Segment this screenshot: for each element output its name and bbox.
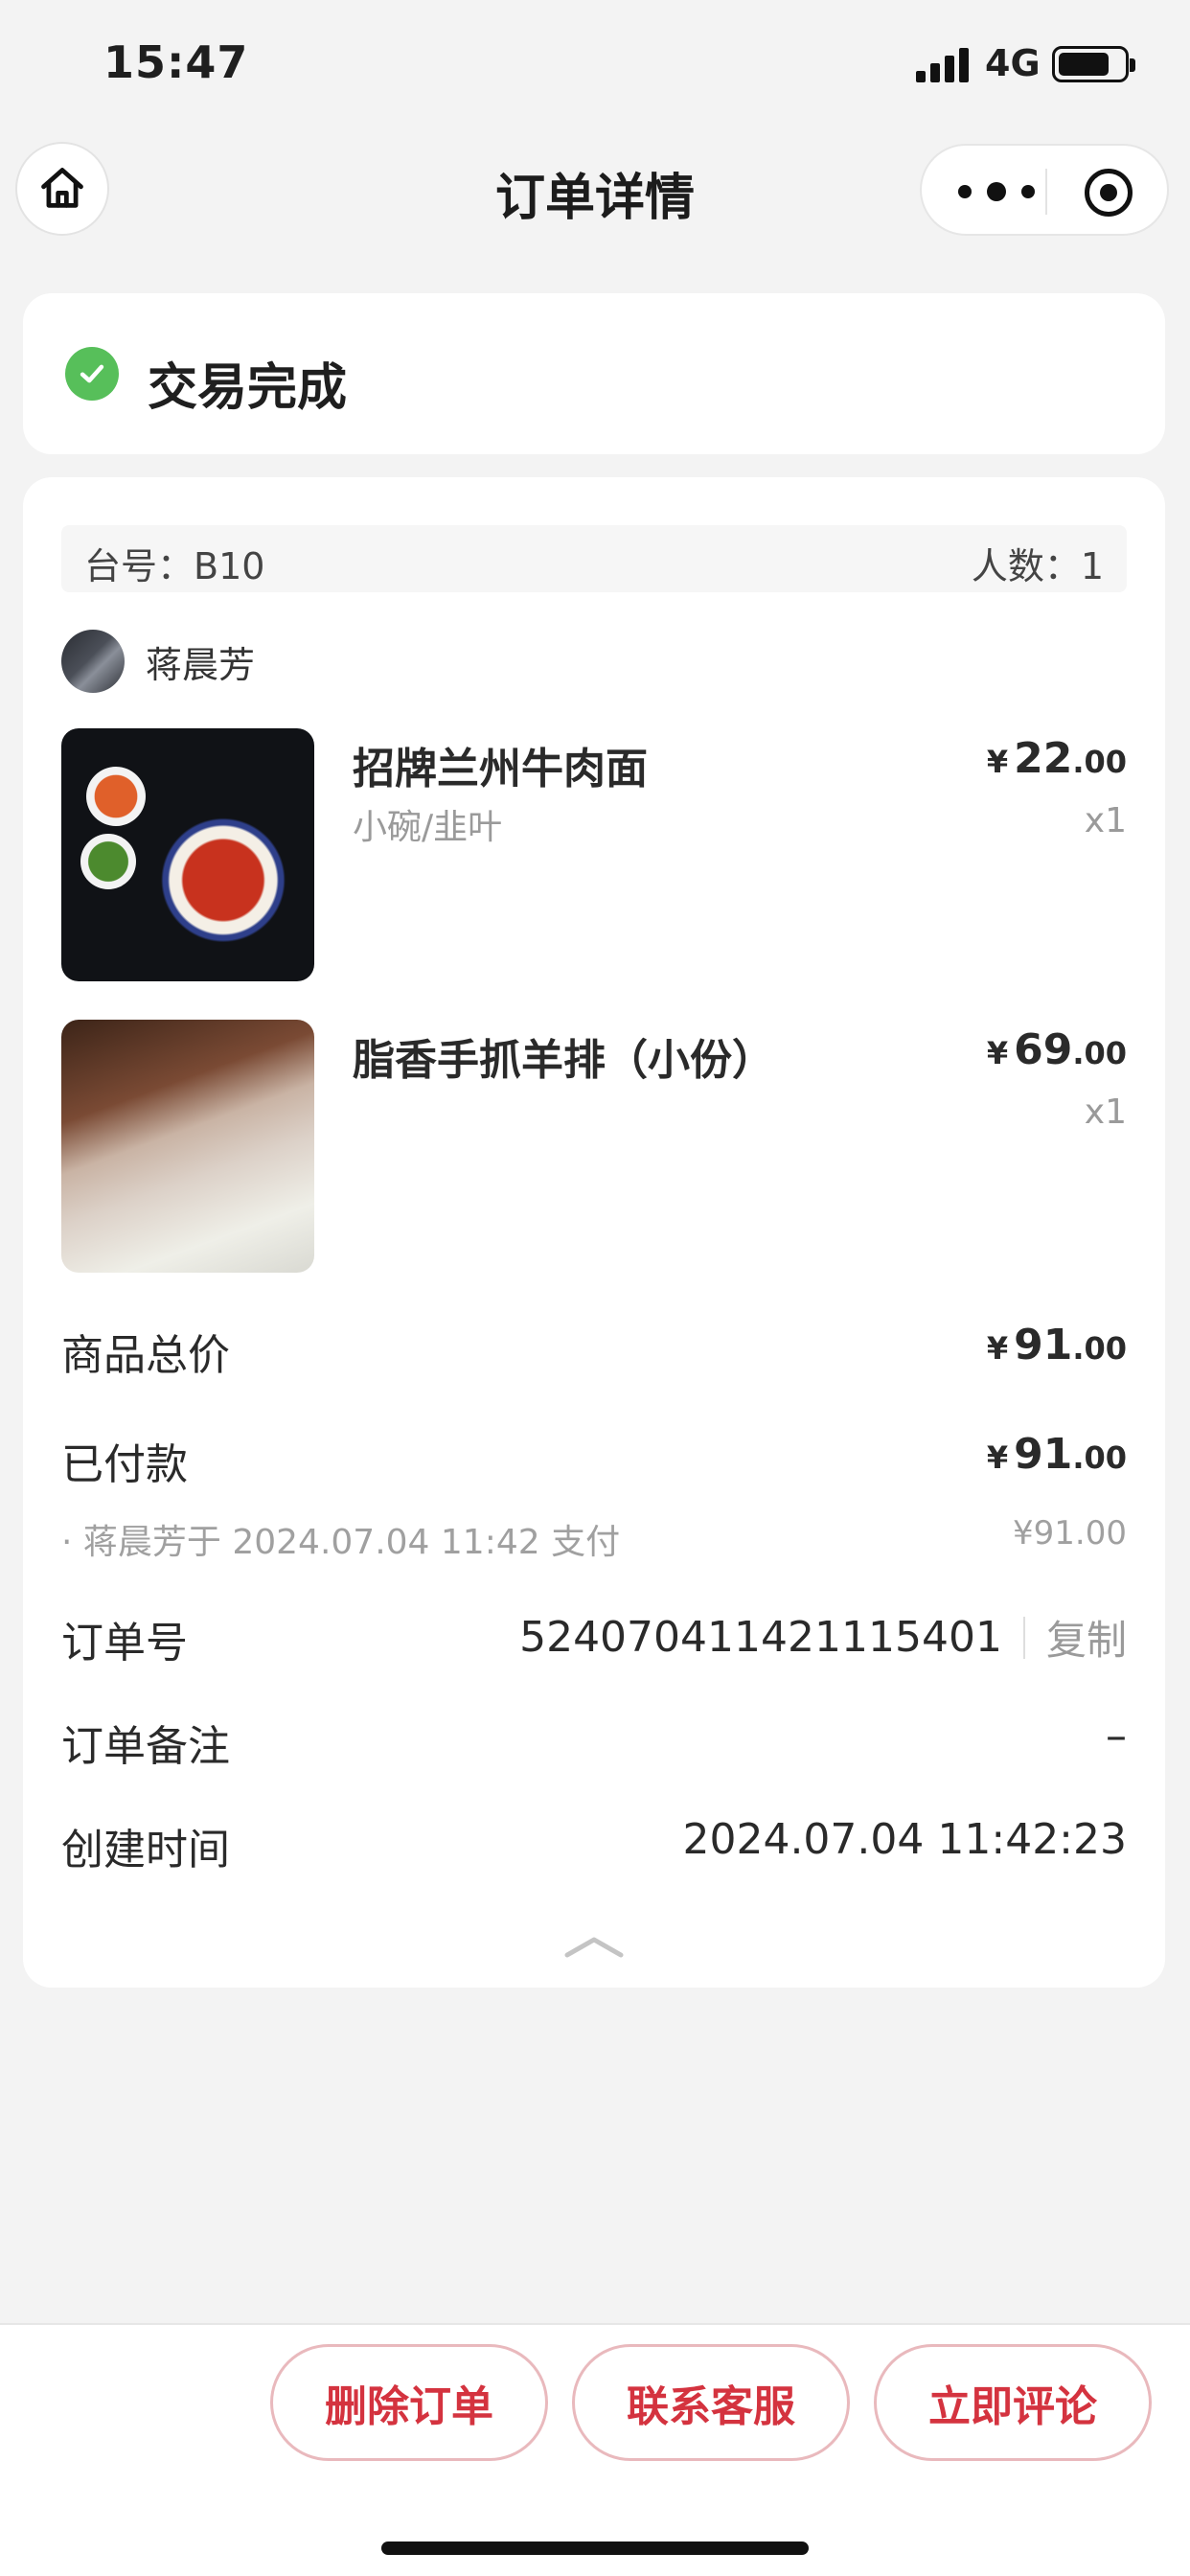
total-price-label: 商品总价	[61, 1331, 230, 1380]
created-time-label: 创建时间	[61, 1826, 230, 1874]
avatar	[61, 630, 125, 693]
order-number-divider	[1022, 1616, 1025, 1659]
copy-button[interactable]: 复制	[1046, 1608, 1127, 1667]
order-item[interactable]: 脂香手抓羊排（小份） ¥69.00 x1	[61, 1020, 1127, 1273]
item-name: 招牌兰州牛肉面	[353, 745, 648, 794]
item-image-beef-noodle	[61, 728, 314, 981]
table-number: 台号：B10	[84, 545, 265, 587]
paid-label: 已付款	[61, 1440, 188, 1489]
payment-note-text: · 蒋晨芳于 2024.07.04 11:42 支付	[61, 1523, 621, 1562]
people-count: 人数：1	[971, 545, 1104, 587]
check-circle-icon	[65, 347, 119, 401]
customer-row: 蒋晨芳	[61, 629, 255, 694]
order-item[interactable]: 招牌兰州牛肉面 小碗/韭叶 ¥22.00 x1	[61, 728, 1127, 981]
item-quantity: x1	[1084, 1092, 1127, 1132]
item-quantity: x1	[1084, 801, 1127, 840]
battery-icon	[1052, 46, 1135, 82]
order-detail-card: 台号：B10 人数：1 蒋晨芳 招牌兰州牛肉面 小碗/韭叶 ¥22.00 x1 …	[23, 477, 1165, 1988]
total-price-value: ¥91.00	[986, 1321, 1127, 1369]
order-status-card: 交易完成	[23, 293, 1165, 454]
capsule-divider	[1045, 169, 1047, 215]
bottom-action-bar: 删除订单 联系客服 立即评论	[0, 2323, 1190, 2576]
payment-note-amount: ¥91.00	[1013, 1514, 1127, 1552]
status-bar: 15:47 4G	[0, 0, 1190, 128]
order-number-group: 524070411421115401 复制	[519, 1608, 1127, 1667]
contact-service-button[interactable]: 联系客服	[572, 2344, 850, 2461]
item-price: ¥22.00	[986, 734, 1127, 783]
order-status-text: 交易完成	[148, 359, 348, 417]
mini-program-capsule	[920, 144, 1169, 236]
more-icon[interactable]	[958, 174, 1035, 209]
order-number-value: 524070411421115401	[519, 1613, 1002, 1662]
review-now-button[interactable]: 立即评论	[874, 2344, 1152, 2461]
chevron-up-icon[interactable]	[556, 1926, 632, 1965]
signal-icon	[916, 48, 970, 82]
item-name: 脂香手抓羊排（小份）	[353, 1036, 774, 1085]
network-type: 4G	[985, 42, 1041, 84]
order-number-label: 订单号	[61, 1619, 188, 1668]
home-indicator	[381, 2542, 809, 2555]
paid-value: ¥91.00	[986, 1430, 1127, 1479]
item-price: ¥69.00	[986, 1025, 1127, 1074]
order-remark-label: 订单备注	[61, 1722, 230, 1771]
status-time: 15:47	[103, 36, 249, 88]
close-target-icon[interactable]	[1085, 169, 1133, 217]
created-time-value: 2024.07.04 11:42:23	[682, 1815, 1127, 1864]
item-spec: 小碗/韭叶	[353, 808, 503, 847]
delete-order-button[interactable]: 删除订单	[270, 2344, 548, 2461]
item-image-lamb-chops	[61, 1020, 314, 1273]
order-remark-value: –	[1106, 1712, 1127, 1760]
table-info-bar: 台号：B10 人数：1	[61, 525, 1127, 592]
customer-name: 蒋晨芳	[146, 643, 256, 686]
